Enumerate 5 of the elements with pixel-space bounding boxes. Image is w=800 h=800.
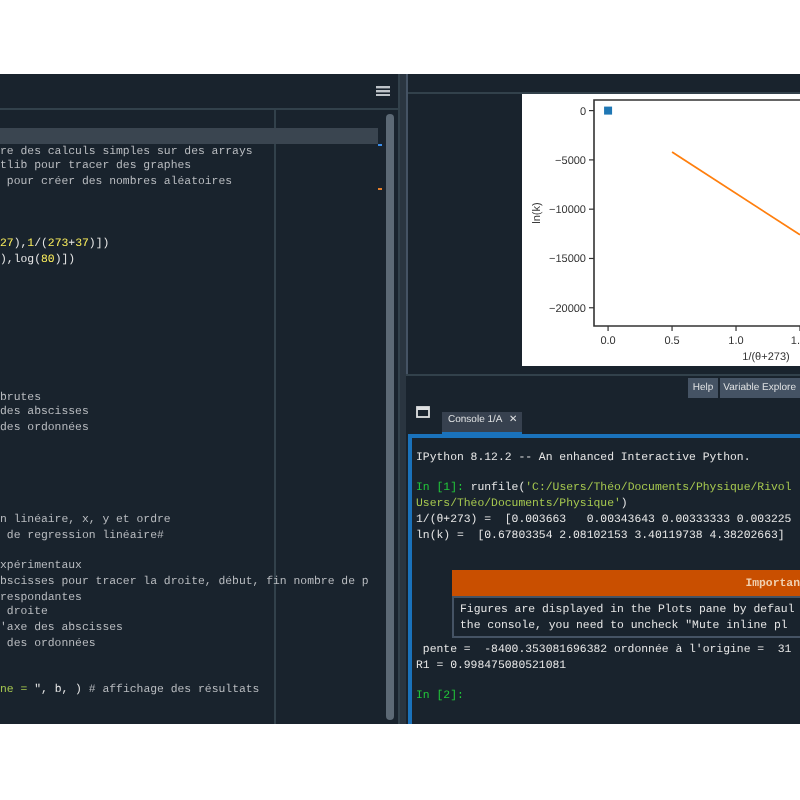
menu-icon[interactable] <box>376 86 390 96</box>
scrollbar[interactable] <box>386 114 395 720</box>
scroll-marker <box>378 188 383 190</box>
window-icon[interactable] <box>416 406 430 418</box>
scroll-marker <box>378 144 383 146</box>
